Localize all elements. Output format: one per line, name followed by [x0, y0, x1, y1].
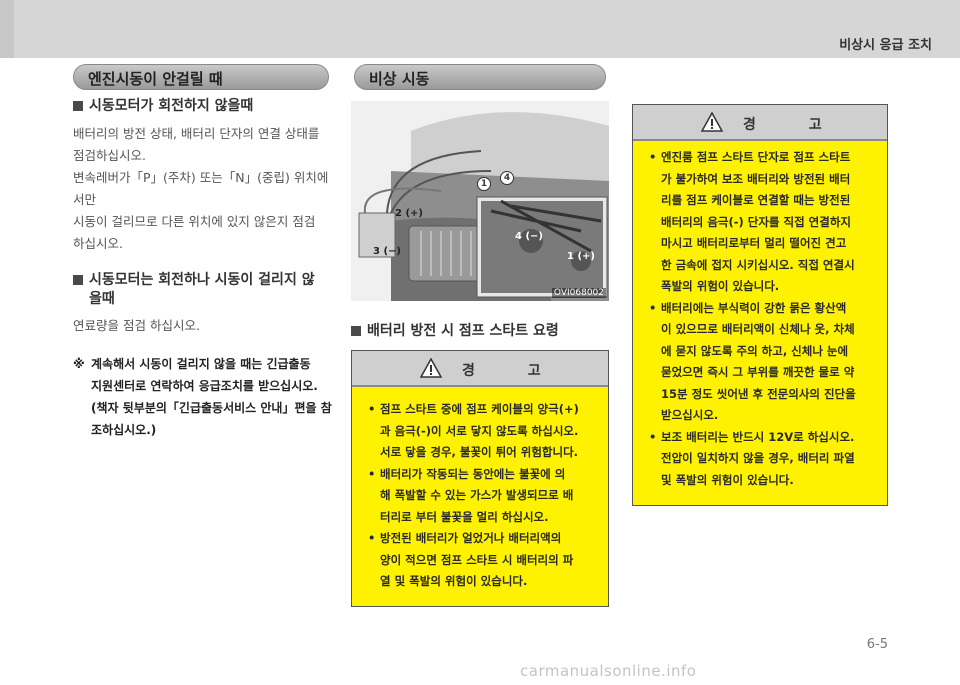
warning-line: 이 있으므로 배터리액이 신체나 옷, 차체: [661, 322, 855, 336]
warning-item: 점프 스타트 중에 점프 케이블의 양극(+) 과 음극(-)이 서로 닿지 않…: [368, 399, 604, 464]
callout-3-negative: 3 (−): [373, 246, 401, 257]
warning-header: 경 고: [633, 105, 887, 141]
heading-starter-turns-no-start: 시동모터는 회전하나 시동이 걸리지 않 을때: [73, 271, 335, 309]
warning-line: 리를 점프 케이블로 연결할 때는 방전된: [661, 193, 851, 207]
warning-item: 배터리가 작동되는 동안에는 불꽃에 의 해 폭발할 수 있는 가스가 발생되므…: [368, 464, 604, 529]
warning-triangle-icon: [420, 358, 442, 378]
left-column: 시동모터가 회전하지 않을때 배터리의 방전 상태, 배터리 단자의 연결 상태…: [73, 97, 335, 441]
footer-watermark: carmanualsonline.info: [520, 662, 697, 680]
warning-line: 배터리가 작동되는 동안에는 불꽃에 의: [380, 466, 566, 481]
paragraph-battery-check: 배터리의 방전 상태, 배터리 단자의 연결 상태를 점검하십시오. 변속레버가…: [73, 123, 335, 255]
warning-line: 전압이 일치하지 않을 경우, 배터리 파열: [661, 451, 855, 465]
warning-item: 보조 배터리는 반드시 12V로 하십시오. 전압이 일치하지 않을 경우, 배…: [649, 427, 883, 492]
text-line: 점검하십시오.: [73, 148, 146, 163]
callout-2-positive: 2 (+): [395, 208, 423, 219]
note-emergency-service: ※ 계속해서 시동이 걸리지 않을 때는 긴급출동 지원센터로 연락하여 응급조…: [73, 353, 335, 441]
section-pill-emergency-start: 비상 시동: [354, 64, 606, 90]
callout-1-positive: 1 (+): [567, 251, 595, 262]
heading-starter-not-turning: 시동모터가 회전하지 않을때: [73, 97, 335, 116]
warning-line: 15분 정도 씻어낸 후 전문의사의 진단을: [661, 386, 856, 401]
warning-line: 점프 스타트 중에 점프 케이블의 양극(+): [380, 402, 579, 416]
section-title: 비상시 응급 조치: [839, 38, 932, 53]
paragraph-fuel-check: 연료량을 점검 하십시오.: [73, 318, 200, 333]
warning-line: 폭발의 위험이 있습니다.: [661, 279, 780, 293]
warning-line: 에 묻지 않도록 주의 하고, 신체나 눈에: [661, 343, 849, 358]
pill-label: 비상 시동: [369, 70, 430, 88]
warning-line: 서로 닿을 경우, 불꽃이 튀어 위험합니다.: [380, 445, 579, 459]
warning-list: 엔진룸 점프 스타트 단자로 점프 스타트 가 불가하여 보조 배터리와 방전된…: [649, 147, 883, 491]
warning-title: 경 고: [462, 363, 565, 379]
warning-header: 경 고: [352, 351, 608, 387]
warning-title: 경 고: [743, 117, 846, 133]
header-left-block: [0, 0, 14, 58]
page-number: 6-5: [866, 637, 888, 652]
warning-line: 보조 배터리는 반드시 12V로 하십시오.: [661, 429, 855, 444]
warning-item: 배터리에는 부식력이 강한 묽은 황산액 이 있으므로 배터리액이 신체나 옷,…: [649, 298, 883, 427]
warning-line: 해 폭발할 수 있는 가스가 발생되므로 배: [380, 488, 574, 502]
jump-start-photo: 1 4 2 (+) 3 (−) 4 (−) 1 (+) OVI068002: [351, 101, 609, 301]
warning-list: 점프 스타트 중에 점프 케이블의 양극(+) 과 음극(-)이 서로 닿지 않…: [368, 399, 604, 593]
warning-triangle-icon: [701, 112, 723, 132]
warning-line: 터리로 부터 불꽃을 멀리 하십시오.: [380, 509, 549, 524]
warning-item: 엔진룸 점프 스타트 단자로 점프 스타트 가 불가하여 보조 배터리와 방전된…: [649, 147, 883, 298]
engine-bay-illustration: [351, 101, 609, 301]
warning-box-battery: 경 고 엔진룸 점프 스타트 단자로 점프 스타트 가 불가하여 보조 배터리와…: [632, 104, 888, 506]
warning-line: 과 음극(-)이 서로 닿지 않도록 하십시오.: [380, 423, 579, 438]
text-line: 하십시오.: [73, 236, 123, 251]
warning-item: 방전된 배터리가 얼었거나 배터리액의 양이 적으면 점프 스타트 시 배터리의…: [368, 528, 604, 593]
section-pill-engine-start: 엔진시동이 안걸릴 때: [73, 64, 329, 90]
warning-line: 배터리에는 부식력이 강한 묽은 황산액: [661, 300, 847, 315]
heading-line: 시동모터는 회전하나 시동이 걸리지 않: [89, 272, 315, 288]
note-line: (책자 뒷부분의「긴급출동서비스 안내」편을 참: [91, 401, 332, 415]
warning-box-jump-start: 경 고 점프 스타트 중에 점프 케이블의 양극(+) 과 음극(-)이 서로 …: [351, 350, 609, 607]
warning-line: 및 폭발의 위험이 있습니다.: [661, 472, 794, 487]
note-line: 지원센터로 연락하여 응급조치를 받으십시오.: [91, 379, 318, 393]
text-line: 배터리의 방전 상태, 배터리 단자의 연결 상태를: [73, 126, 320, 141]
warning-line: 마시고 배터리로부터 멀리 떨어진 견고: [661, 236, 847, 250]
warning-line: 가 불가하여 보조 배터리와 방전된 배터: [661, 171, 851, 186]
heading-line: 을때: [89, 291, 115, 307]
warning-line: 받으십시오.: [661, 408, 719, 422]
photo-code: OVI068002: [551, 288, 606, 298]
pill-label: 엔진시동이 안걸릴 때: [88, 70, 223, 88]
note-mark: ※: [73, 357, 85, 371]
warning-line: 방전된 배터리가 얼었거나 배터리액의: [380, 531, 562, 545]
warning-line: 배터리의 음극(-) 단자를 직접 연결하지: [661, 214, 851, 229]
heading-jump-start: 배터리 방전 시 점프 스타트 요령: [351, 322, 559, 341]
warning-line: 양이 적으면 점프 스타트 시 배터리의 파: [380, 552, 574, 567]
note-line: 계속해서 시동이 걸리지 않을 때는 긴급출동: [91, 357, 311, 371]
note-line: 조하십시오.): [91, 423, 157, 437]
callout-4-top: 4: [500, 171, 514, 185]
warning-line: 열 및 폭발의 위험이 있습니다.: [380, 574, 528, 588]
callout-4-negative: 4 (−): [515, 231, 543, 242]
warning-line: 묻었으면 즉시 그 부위를 깨끗한 물로 약: [661, 365, 855, 379]
text-line: 시동이 걸리므로 다른 위치에 있지 않은지 점검: [73, 214, 316, 229]
text-line: 변속레버가「P」(주차) 또는「N」(중립) 위치에서만: [73, 170, 329, 207]
callout-1-top: 1: [477, 177, 491, 191]
header-bar: 비상시 응급 조치: [0, 0, 960, 58]
warning-line: 한 금속에 접지 시키십시오. 직접 연결시: [661, 257, 855, 272]
warning-line: 엔진룸 점프 스타트 단자로 점프 스타트: [661, 150, 851, 164]
